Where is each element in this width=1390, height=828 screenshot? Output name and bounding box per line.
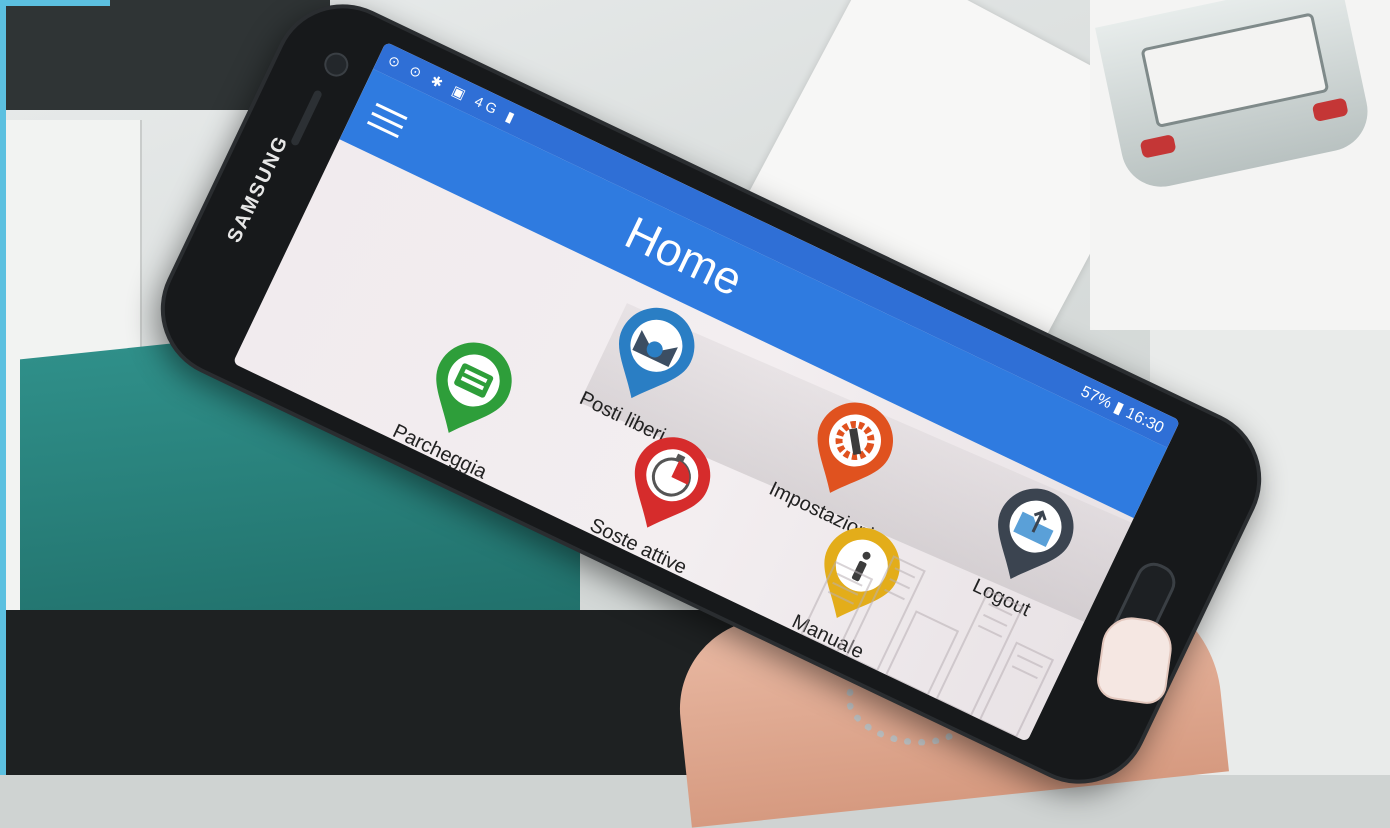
car-window: [1140, 12, 1330, 129]
car-tail-light: [1139, 133, 1177, 159]
car-tail-light: [1311, 97, 1349, 123]
background-table: [0, 610, 760, 775]
image-frame-edge: [0, 0, 110, 6]
hamburger-menu-icon[interactable]: [365, 96, 410, 141]
image-frame-edge: [0, 0, 6, 775]
